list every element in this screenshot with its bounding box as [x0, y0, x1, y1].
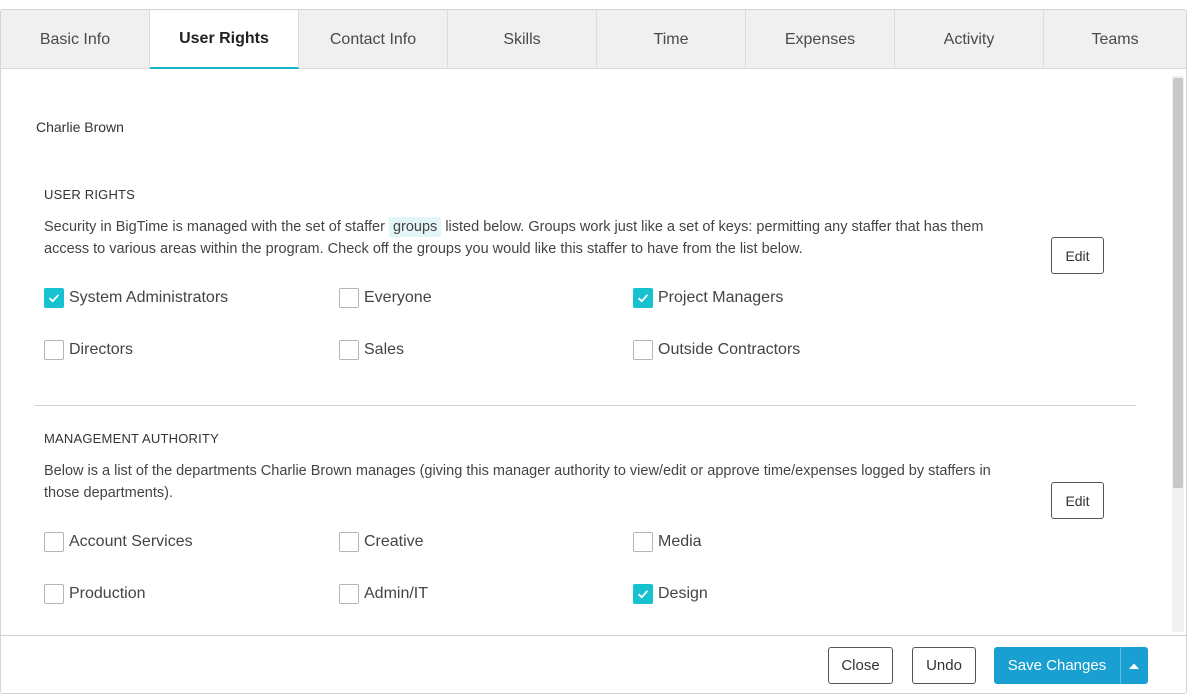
checkbox[interactable]	[633, 288, 653, 308]
check-icon	[637, 590, 649, 599]
scrollbar-thumb[interactable]	[1173, 78, 1183, 488]
checkbox[interactable]	[44, 584, 64, 604]
undo-button[interactable]: Undo	[912, 647, 976, 684]
department-account-services[interactable]: Account Services	[44, 532, 193, 552]
department-design[interactable]: Design	[633, 584, 708, 604]
department-label: Media	[658, 533, 702, 550]
checkbox[interactable]	[44, 532, 64, 552]
tab-bar: Basic Info User Rights Contact Info Skil…	[1, 10, 1186, 69]
management-authority-title: MANAGEMENT AUTHORITY	[44, 431, 219, 446]
checkbox[interactable]	[339, 340, 359, 360]
staffer-name: Charlie Brown	[36, 119, 124, 135]
group-sales[interactable]: Sales	[339, 340, 404, 360]
department-label: Production	[69, 585, 146, 602]
user-rights-title: USER RIGHTS	[44, 187, 136, 202]
tab-teams[interactable]: Teams	[1044, 10, 1186, 69]
vertical-scrollbar[interactable]	[1172, 76, 1184, 632]
user-rights-desc-start: Security in BigTime is managed with the …	[44, 219, 385, 235]
tab-basic-info[interactable]: Basic Info	[1, 10, 150, 69]
tab-activity[interactable]: Activity	[895, 10, 1044, 69]
tab-skills[interactable]: Skills	[448, 10, 597, 69]
management-authority-edit-button[interactable]: Edit	[1051, 482, 1104, 519]
group-label: Everyone	[364, 289, 432, 306]
department-media[interactable]: Media	[633, 532, 702, 552]
group-label: System Administrators	[69, 289, 229, 306]
check-icon	[637, 294, 649, 303]
groups-link[interactable]: groups	[388, 217, 442, 237]
tab-time[interactable]: Time	[597, 10, 746, 69]
checkbox[interactable]	[339, 532, 359, 552]
group-system-administrators[interactable]: System Administrators	[44, 288, 228, 308]
user-rights-edit-button[interactable]: Edit	[1051, 237, 1104, 274]
checkbox[interactable]	[633, 584, 653, 604]
staffer-dialog: Basic Info User Rights Contact Info Skil…	[0, 9, 1187, 694]
tab-contact-info[interactable]: Contact Info	[299, 10, 448, 69]
tab-content: Charlie Brown USER RIGHTS Security in Bi…	[1, 70, 1171, 635]
department-admin-it[interactable]: Admin/IT	[339, 584, 428, 604]
group-everyone[interactable]: Everyone	[339, 288, 432, 308]
department-label: Design	[658, 585, 708, 602]
dialog-footer: Close Undo Save Changes	[1, 635, 1186, 693]
close-button[interactable]: Close	[828, 647, 893, 684]
department-label: Creative	[364, 533, 424, 550]
department-label: Account Services	[69, 533, 193, 550]
group-outside-contractors[interactable]: Outside Contractors	[633, 340, 800, 360]
group-label: Sales	[364, 341, 405, 358]
checkbox[interactable]	[339, 584, 359, 604]
checkbox[interactable]	[339, 288, 359, 308]
checkbox[interactable]	[44, 288, 64, 308]
group-label: Project Managers	[658, 289, 784, 306]
group-project-managers[interactable]: Project Managers	[633, 288, 783, 308]
save-changes-button[interactable]: Save Changes	[994, 647, 1120, 684]
caret-up-icon	[1129, 663, 1139, 669]
checkbox[interactable]	[633, 340, 653, 360]
group-label: Directors	[69, 341, 134, 358]
user-rights-description: Security in BigTime is managed with the …	[44, 216, 1029, 260]
checkbox[interactable]	[44, 340, 64, 360]
section-divider	[35, 405, 1136, 406]
group-label: Outside Contractors	[658, 341, 801, 358]
department-production[interactable]: Production	[44, 584, 146, 604]
checkbox[interactable]	[633, 532, 653, 552]
tab-user-rights[interactable]: User Rights	[150, 10, 299, 69]
group-directors[interactable]: Directors	[44, 340, 133, 360]
save-options-toggle[interactable]	[1120, 647, 1148, 684]
department-label: Admin/IT	[364, 585, 429, 602]
check-icon	[48, 294, 60, 303]
department-creative[interactable]: Creative	[339, 532, 424, 552]
tab-expenses[interactable]: Expenses	[746, 10, 895, 69]
management-authority-description: Below is a list of the departments Charl…	[44, 463, 991, 501]
